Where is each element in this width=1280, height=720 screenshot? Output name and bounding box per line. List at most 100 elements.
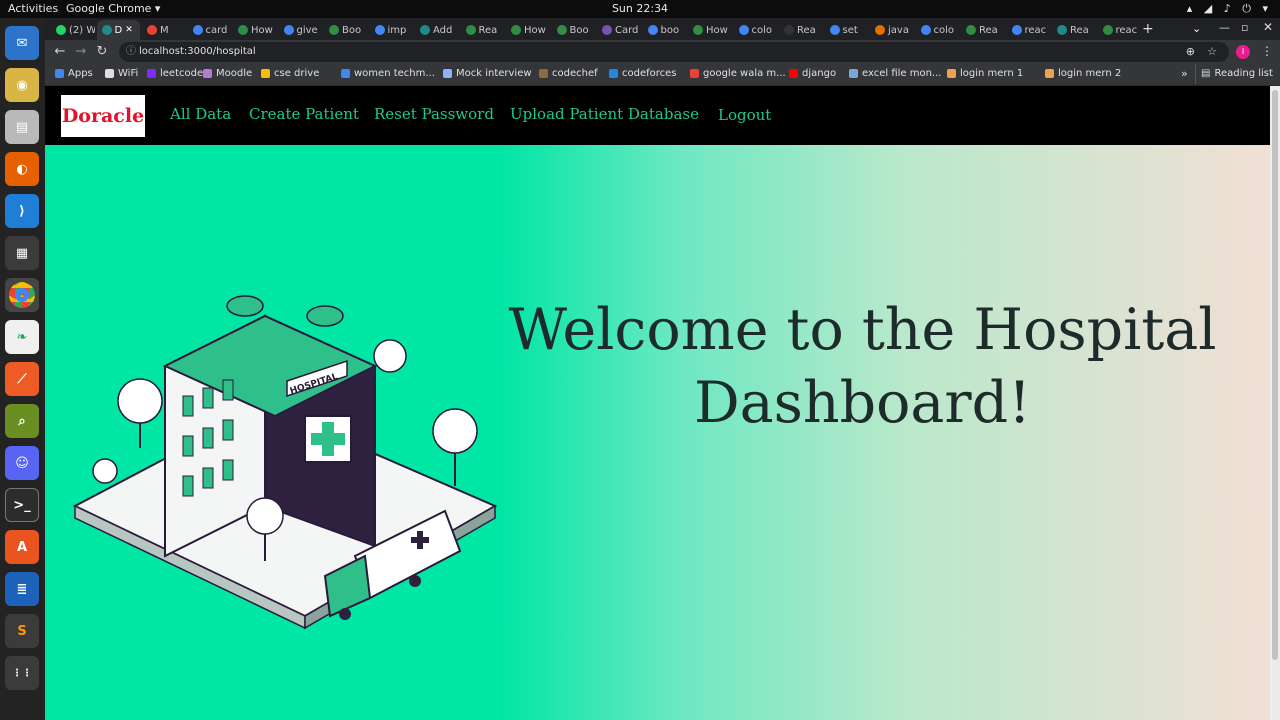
back-icon[interactable]: ← <box>51 43 69 61</box>
tab-label: give <box>296 24 318 36</box>
bookmark-icon <box>261 69 270 78</box>
forward-icon[interactable]: → <box>72 43 90 61</box>
bookmark-item[interactable]: excel file mon... <box>849 68 941 79</box>
video-editor-icon[interactable]: ▦ <box>5 236 39 270</box>
bookmark-item[interactable]: cse drive <box>261 68 319 79</box>
browser-tab[interactable]: Rea <box>1052 20 1096 40</box>
bookmark-item[interactable]: login mern 1 <box>947 68 1023 79</box>
bookmark-item[interactable]: codechef <box>539 68 598 79</box>
tab-label: java <box>888 24 909 36</box>
new-tab-icon[interactable]: + <box>1142 21 1154 37</box>
nav-all-data[interactable]: All Data <box>170 105 231 123</box>
menu-dots-icon[interactable]: ⋮ <box>1261 44 1273 58</box>
close-window-icon[interactable]: ✕ <box>1263 20 1273 34</box>
browser-tab[interactable]: How <box>688 20 732 40</box>
nav-reset-password[interactable]: Reset Password <box>374 105 494 123</box>
page-scrollbar[interactable] <box>1270 86 1280 720</box>
profile-avatar[interactable]: I <box>1236 45 1250 59</box>
restore-icon[interactable]: ▫ <box>1241 21 1248 34</box>
nav-create-patient[interactable]: Create Patient <box>249 105 359 123</box>
firefox-icon[interactable]: ◐ <box>5 152 39 186</box>
browser-tab[interactable]: Rea <box>961 20 1005 40</box>
minimize-icon[interactable]: — <box>1219 21 1230 34</box>
software-center-icon[interactable]: A <box>5 530 39 564</box>
bookmark-item[interactable]: google wala m... <box>690 68 786 79</box>
browser-tab[interactable]: Add <box>415 20 459 40</box>
browser-tab[interactable]: Rea <box>461 20 505 40</box>
bookmark-item[interactable]: women techm... <box>341 68 435 79</box>
bookmark-item[interactable]: codeforces <box>609 68 677 79</box>
reload-icon[interactable]: ↻ <box>93 43 111 61</box>
thunderbird-icon[interactable]: ✉ <box>5 26 39 60</box>
discord-icon[interactable]: ☺ <box>5 446 39 480</box>
browser-tab[interactable]: (2) W <box>51 20 95 40</box>
browser-tab[interactable]: reac <box>1007 20 1051 40</box>
browser-tab[interactable]: How <box>233 20 277 40</box>
image-viewer-icon[interactable]: ⌕ <box>5 404 39 438</box>
browser-tab[interactable]: How <box>506 20 550 40</box>
browser-tab[interactable]: colo <box>734 20 778 40</box>
system-tray[interactable]: ▴ ◢ ♪ ⏻ ▾ <box>1187 2 1272 16</box>
show-applications-icon[interactable]: ⋮⋮ <box>5 656 39 690</box>
browser-tab[interactable]: boo <box>643 20 687 40</box>
zoom-icon[interactable]: ⊕ <box>1186 42 1195 62</box>
bookmarks-overflow-icon[interactable]: » <box>1181 67 1188 80</box>
tab-favicon-icon <box>966 25 976 35</box>
close-tab-icon[interactable]: ✕ <box>125 25 133 35</box>
tab-label: boo <box>660 24 680 36</box>
browser-tab[interactable]: colo <box>916 20 960 40</box>
bookmark-item[interactable]: leetcode <box>147 68 203 79</box>
vscode-icon[interactable]: ⟩ <box>5 194 39 228</box>
bookmark-label: excel file mon... <box>862 68 942 79</box>
bookmark-item[interactable]: Moodle <box>203 68 252 79</box>
tab-favicon-icon <box>465 25 476 35</box>
bookmark-label: Moodle <box>216 68 253 79</box>
bookmark-item[interactable]: Mock interview <box>443 68 532 79</box>
chrome-icon[interactable] <box>5 278 39 312</box>
omnibox[interactable]: ⓘ localhost:3000/hospital ☆ ⊕ <box>119 42 1229 62</box>
browser-tab[interactable]: Boo <box>552 20 596 40</box>
sublime-text-icon[interactable]: S <box>5 614 39 648</box>
tab-active[interactable]: D ✕ <box>96 20 140 40</box>
tab-search-icon[interactable]: ⌄ <box>1192 22 1201 35</box>
browser-tab[interactable]: set <box>825 20 869 40</box>
clock[interactable]: Sun 22:34 <box>0 2 1280 15</box>
tab-favicon-icon <box>283 25 294 35</box>
scrollbar-thumb[interactable] <box>1272 90 1278 660</box>
rhythmbox-icon[interactable]: ◉ <box>5 68 39 102</box>
bookmark-icon <box>947 69 956 78</box>
browser-tab[interactable]: M <box>142 20 186 40</box>
bookmark-label: codeforces <box>622 68 677 79</box>
bookmark-label: codechef <box>552 68 598 79</box>
nav-upload-patient-database[interactable]: Upload Patient Database <box>510 105 699 123</box>
tab-favicon-icon <box>875 25 885 35</box>
bookmark-star-icon[interactable]: ☆ <box>1207 42 1217 62</box>
bookmark-item[interactable]: django <box>789 68 836 79</box>
tab-label: set <box>842 24 858 36</box>
tab-favicon-icon <box>101 25 112 35</box>
browser-tab[interactable]: Boo <box>324 20 368 40</box>
mongodb-compass-icon[interactable]: ❧ <box>5 320 39 354</box>
nav-logout[interactable]: Logout <box>718 106 771 124</box>
browser-tab[interactable]: imp <box>370 20 414 40</box>
bookmark-item[interactable]: WiFi <box>105 68 138 79</box>
site-info-icon[interactable]: ⓘ <box>126 42 136 62</box>
brand-logo[interactable]: Doracle <box>61 95 145 137</box>
tab-label: reac <box>1024 24 1047 36</box>
writer-icon[interactable]: ≣ <box>5 572 39 606</box>
browser-tab[interactable]: java <box>870 20 914 40</box>
browser-tab[interactable]: Card <box>597 20 641 40</box>
terminal-icon[interactable]: >_ <box>5 488 39 522</box>
postman-icon[interactable]: ⟋ <box>5 362 39 396</box>
bookmark-label: login mern 1 <box>960 68 1024 79</box>
bookmark-item[interactable]: login mern 2 <box>1045 68 1121 79</box>
reading-list-button[interactable]: ▤ Reading list <box>1201 68 1273 79</box>
site-navbar: Doracle All Data Create Patient Reset Pa… <box>45 86 1270 145</box>
bookmark-item[interactable]: Apps <box>55 68 93 79</box>
browser-tab[interactable]: reac <box>1098 20 1142 40</box>
browser-tab[interactable]: Rea <box>779 20 823 40</box>
browser-tab[interactable]: card <box>188 20 232 40</box>
files-icon[interactable]: ▤ <box>5 110 39 144</box>
bookmark-icon <box>849 69 858 78</box>
browser-tab[interactable]: give <box>279 20 323 40</box>
